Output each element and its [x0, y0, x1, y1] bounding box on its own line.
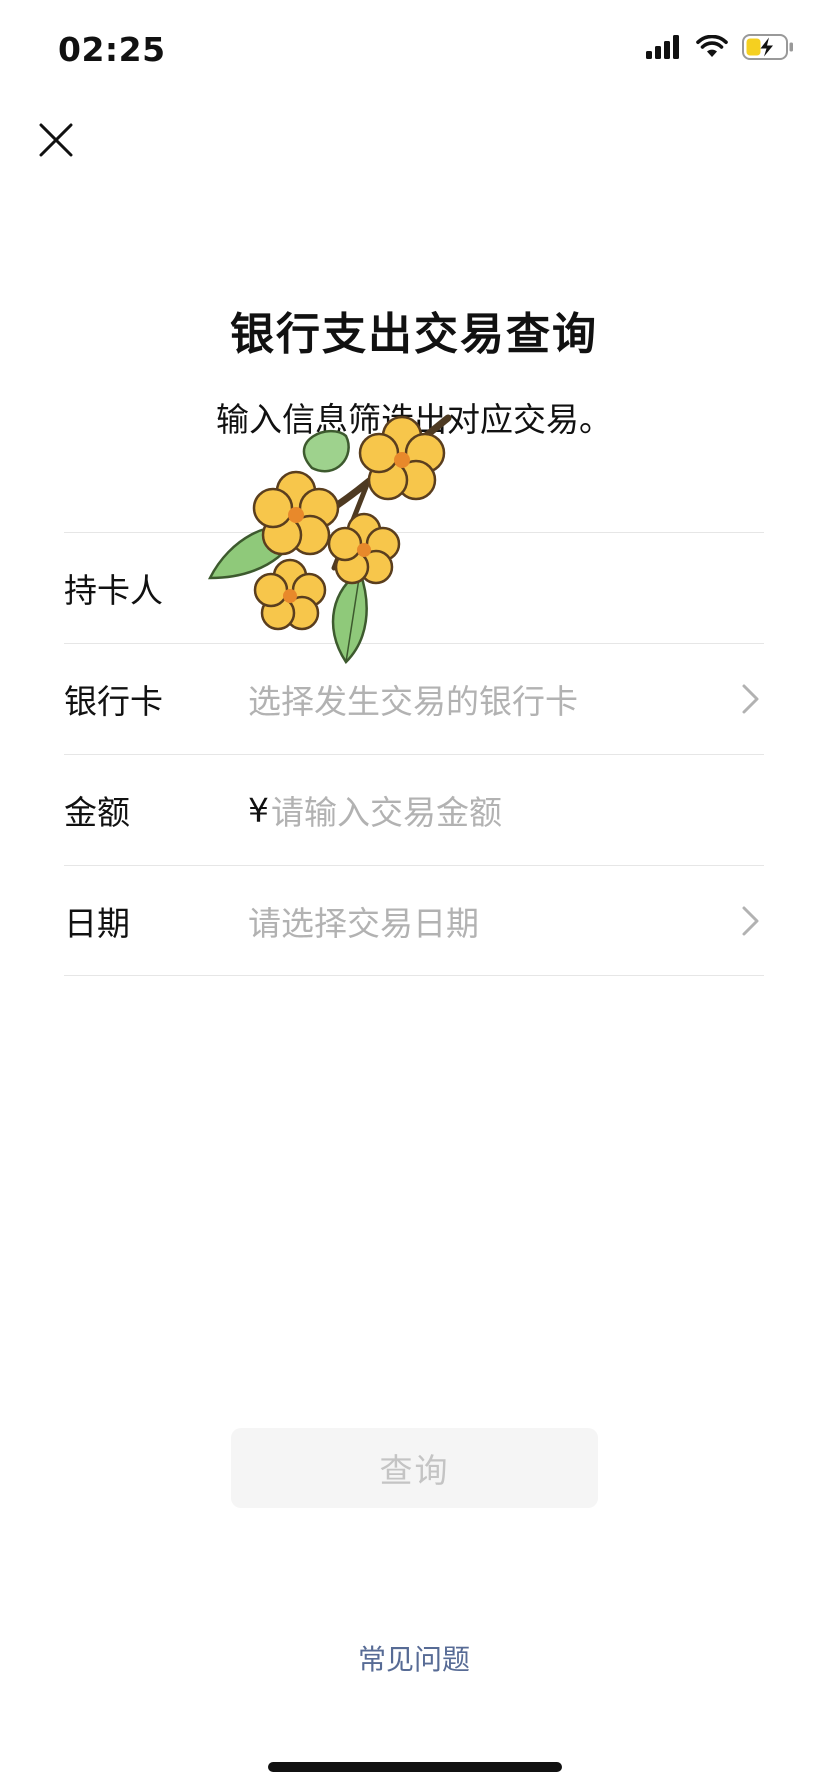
status-time: 02:25: [58, 30, 166, 69]
chevron-right-icon: [742, 684, 759, 714]
close-button[interactable]: [34, 118, 78, 162]
amount-row[interactable]: 金额 ¥ 请输入交易金额: [64, 754, 764, 865]
status-icons: [646, 34, 794, 64]
signal-icon: [646, 35, 682, 63]
query-button[interactable]: 查询: [231, 1428, 598, 1508]
status-bar: 02:25: [0, 0, 828, 100]
page-title: 银行支出交易查询: [230, 309, 598, 360]
bank-card-label: 银行卡: [64, 682, 163, 721]
bank-card-placeholder[interactable]: 选择发生交易的银行卡: [248, 675, 764, 723]
faq-link[interactable]: 常见问题: [0, 1638, 828, 1678]
date-label: 日期: [64, 903, 130, 943]
amount-label: 金额: [64, 793, 130, 832]
date-placeholder[interactable]: 请选择交易日期: [248, 897, 764, 945]
amount-placeholder: 请输入交易金额: [271, 793, 502, 832]
home-indicator[interactable]: [268, 1762, 562, 1772]
wifi-icon: [696, 34, 728, 63]
chevron-right-icon: [742, 906, 759, 935]
currency-symbol: ¥: [248, 790, 269, 830]
osmanthus-flower-sticker: [207, 414, 452, 664]
date-row[interactable]: 日期 请选择交易日期: [64, 865, 764, 976]
battery-charging-icon: [742, 34, 794, 64]
amount-input[interactable]: ¥ 请输入交易金额: [248, 786, 764, 834]
close-icon: [39, 123, 73, 157]
